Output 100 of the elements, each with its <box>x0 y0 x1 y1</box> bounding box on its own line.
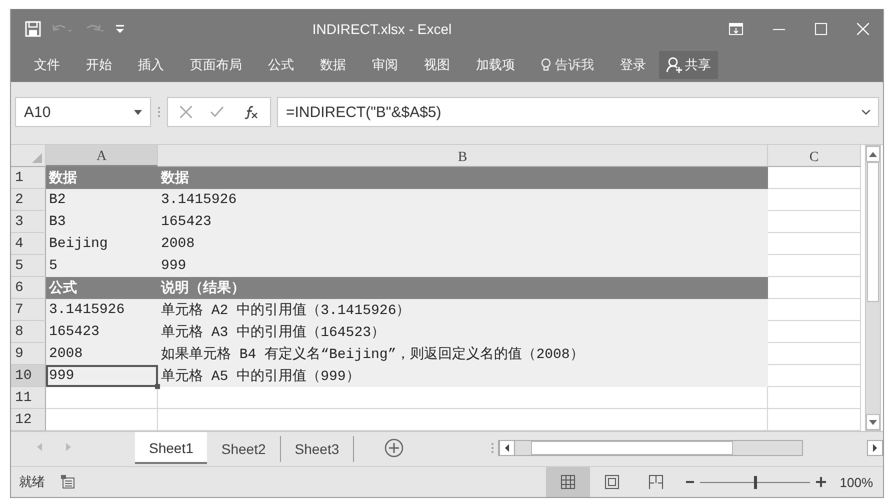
zoom-in-icon[interactable] <box>816 477 826 487</box>
window-title: INDIRECT.xlsx - Excel <box>311 20 453 36</box>
sheet-tab[interactable]: Sheet2 <box>207 436 281 462</box>
ribbon-display-icon[interactable] <box>729 22 743 34</box>
ribbon-tab[interactable]: 文件 <box>21 56 73 74</box>
ribbon-tab[interactable]: 开始 <box>73 56 125 74</box>
table-cell[interactable]: 999 <box>158 255 768 277</box>
table-cell[interactable]: 3.1415926 <box>158 189 768 211</box>
table-cell[interactable] <box>768 255 861 277</box>
table-cell[interactable]: B2 <box>46 189 158 211</box>
table-cell[interactable]: 2008 <box>158 233 768 255</box>
ribbon-tab[interactable]: 公式 <box>255 56 307 74</box>
column-header[interactable]: A <box>46 145 158 167</box>
sheet-tab[interactable]: Sheet1 <box>135 432 208 464</box>
table-cell[interactable] <box>158 409 768 431</box>
table-cell[interactable] <box>46 409 158 431</box>
column-header[interactable]: B <box>158 145 768 167</box>
formula-field[interactable]: =INDIRECT("B"&$A$5) <box>277 97 879 127</box>
header-cell[interactable]: 说明（结果） <box>158 277 768 299</box>
zoom-out-icon[interactable] <box>686 478 694 486</box>
ribbon-tab[interactable]: 视图 <box>411 56 463 74</box>
row-header[interactable]: 2 <box>11 189 46 211</box>
row-header[interactable]: 10 <box>11 365 46 387</box>
name-box[interactable]: A10 <box>15 97 151 127</box>
ribbon-tab[interactable]: 插入 <box>125 56 177 74</box>
normal-view-icon <box>560 475 575 489</box>
table-cell[interactable] <box>768 321 861 343</box>
table-cell[interactable] <box>768 233 861 255</box>
split-grip-icon <box>491 442 494 454</box>
function-icon[interactable] <box>242 105 258 119</box>
table-cell[interactable]: 165423 <box>46 321 158 343</box>
table-cell[interactable]: 5 <box>46 255 158 277</box>
previous-sheet-icon[interactable] <box>37 443 42 451</box>
save-icon[interactable] <box>25 20 41 36</box>
table-cell[interactable]: Beijing <box>46 233 158 255</box>
column-header[interactable]: C <box>768 145 861 167</box>
table-cell[interactable]: 单元格 A2 中的引用值（3.1415926） <box>158 299 768 321</box>
ribbon-tab[interactable]: 加载项 <box>463 56 528 74</box>
dropdown-icon[interactable] <box>134 110 142 114</box>
header-cell[interactable]: 数据 <box>46 167 158 189</box>
table-cell[interactable]: B3 <box>46 211 158 233</box>
table-cell[interactable]: 如果单元格 B4 有定义名“Beijing”，则返回定义名的值（2008） <box>158 343 768 365</box>
scroll-down-icon[interactable] <box>869 420 877 424</box>
row-header[interactable]: 3 <box>11 211 46 233</box>
row-header[interactable]: 1 <box>11 167 46 189</box>
table-cell[interactable] <box>768 387 861 409</box>
ribbon-tab[interactable]: 页面布局 <box>177 56 255 74</box>
table-cell[interactable] <box>768 365 861 387</box>
customize-icon[interactable] <box>115 24 125 34</box>
grip-icon <box>157 105 161 119</box>
table-cell[interactable] <box>768 189 861 211</box>
expand-icon[interactable] <box>862 110 870 114</box>
row-header[interactable]: 11 <box>11 387 46 409</box>
row-header[interactable]: 7 <box>11 299 46 321</box>
table-cell[interactable] <box>768 211 861 233</box>
row-header[interactable]: 4 <box>11 233 46 255</box>
header-cell[interactable]: 数据 <box>158 167 768 189</box>
row-header[interactable]: 8 <box>11 321 46 343</box>
select-all-button[interactable] <box>11 145 46 167</box>
table-cell[interactable] <box>46 387 158 409</box>
row-header[interactable]: 6 <box>11 277 46 299</box>
horizontal-scrollbar[interactable] <box>498 440 803 456</box>
tell-me-link[interactable]: 告诉我 <box>555 56 594 74</box>
selected-cell[interactable]: 999 <box>46 365 158 387</box>
zoom-level[interactable]: 100% <box>826 474 883 490</box>
table-cell[interactable]: 3.1415926 <box>46 299 158 321</box>
table-cell[interactable] <box>768 343 861 365</box>
maximize-icon[interactable] <box>815 22 827 34</box>
scroll-up-icon[interactable] <box>869 152 877 156</box>
sign-in-link[interactable]: 登录 <box>607 56 659 74</box>
scroll-left-icon[interactable] <box>505 444 509 452</box>
scroll-right-icon[interactable] <box>873 444 877 452</box>
table-cell[interactable] <box>768 167 861 189</box>
sheet-tab[interactable]: Sheet3 <box>280 436 354 462</box>
enter-icon[interactable] <box>210 106 224 118</box>
zoom-slider-thumb[interactable] <box>754 476 757 488</box>
next-sheet-icon[interactable] <box>66 443 71 451</box>
ribbon-tab[interactable]: 审阅 <box>359 56 411 74</box>
page-break-icon <box>648 475 663 489</box>
view-button[interactable] <box>546 467 590 497</box>
header-cell[interactable]: 公式 <box>46 277 158 299</box>
table-cell[interactable] <box>768 299 861 321</box>
close-icon[interactable] <box>857 22 869 34</box>
vertical-scrollbar[interactable] <box>865 145 881 431</box>
table-cell[interactable]: 2008 <box>46 343 158 365</box>
macro-record-icon[interactable] <box>61 475 75 489</box>
table-cell[interactable]: 单元格 A5 中的引用值（999） <box>158 365 768 387</box>
row-header[interactable]: 5 <box>11 255 46 277</box>
table-cell[interactable] <box>768 409 861 431</box>
table-cell[interactable] <box>158 387 768 409</box>
add-sheet-icon[interactable] <box>384 438 404 458</box>
row-header[interactable]: 12 <box>11 409 46 431</box>
row-header[interactable]: 9 <box>11 343 46 365</box>
ribbon-tab[interactable]: 数据 <box>307 56 359 74</box>
table-cell[interactable] <box>768 277 861 299</box>
table-cell[interactable]: 单元格 A3 中的引用值（164523） <box>158 321 768 343</box>
person-icon <box>666 57 682 73</box>
share-button[interactable]: 共享 <box>659 51 718 79</box>
table-cell[interactable]: 165423 <box>158 211 768 233</box>
cancel-icon[interactable] <box>180 106 192 118</box>
